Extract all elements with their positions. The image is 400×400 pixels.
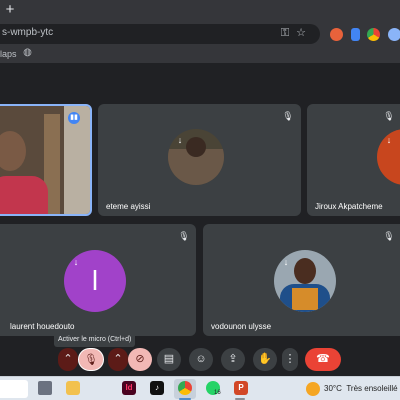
bookmarks-bar: laps ◍ bbox=[0, 46, 400, 64]
mic-toggle-button[interactable]: 🎙 bbox=[78, 348, 104, 371]
captions-button[interactable]: ▤ bbox=[157, 348, 181, 371]
indesign-icon[interactable]: Id bbox=[122, 381, 136, 395]
bookmark-item[interactable]: laps bbox=[0, 49, 17, 59]
present-button[interactable]: ⇪ bbox=[221, 348, 245, 371]
tiktok-icon[interactable]: ♪ bbox=[150, 381, 164, 395]
end-call-icon: ☎ bbox=[316, 353, 330, 365]
sun-icon[interactable] bbox=[306, 382, 320, 396]
weather-widget[interactable]: 30°C Très ensoleillé bbox=[324, 384, 398, 393]
participant-name: laurent houedouto bbox=[10, 322, 75, 331]
arrow-down-icon: ↓ bbox=[386, 135, 392, 145]
mic-off-icon: 🎙 bbox=[383, 231, 395, 241]
url-text: s-wmpb-ytc bbox=[2, 27, 54, 38]
star-icon[interactable]: ☆ bbox=[294, 26, 308, 40]
extension-icon-3[interactable] bbox=[367, 28, 380, 41]
mic-options-button[interactable]: ⌃ bbox=[58, 348, 78, 371]
arrow-down-icon: ↓ bbox=[73, 257, 79, 267]
participant-tile-jiroux[interactable]: 🎙 ↓ Jiroux Akpatcheme bbox=[307, 104, 400, 216]
speaking-indicator-icon: ▮▮ bbox=[68, 112, 80, 124]
new-tab-button[interactable]: + bbox=[2, 2, 18, 18]
weather-temp: 30°C bbox=[324, 384, 342, 393]
reactions-button[interactable]: ☺ bbox=[189, 348, 213, 371]
powerpoint-icon[interactable]: P bbox=[234, 381, 248, 395]
taskbar-search[interactable] bbox=[0, 380, 28, 398]
profile-icon[interactable] bbox=[388, 28, 400, 41]
address-bar[interactable]: s-wmpb-ytc ⚿ ☆ bbox=[0, 24, 320, 44]
globe-icon[interactable]: ◍ bbox=[22, 47, 33, 58]
person-head bbox=[0, 131, 26, 171]
captions-icon: ▤ bbox=[163, 353, 175, 365]
chrome-icon[interactable] bbox=[178, 381, 192, 395]
hand-icon: ✋ bbox=[258, 353, 272, 365]
arrow-down-icon: ↓ bbox=[177, 135, 183, 145]
person-shirt bbox=[0, 176, 48, 214]
meeting-stage: ▮▮ 🎙 ↓ eteme ayissi 🎙 ↓ Jiroux Akpatchem… bbox=[0, 64, 400, 375]
chevron-up-icon: ⌃ bbox=[113, 353, 123, 365]
mic-off-icon: 🎙 bbox=[383, 111, 395, 121]
key-icon[interactable]: ⚿ bbox=[278, 26, 292, 40]
meeting-controls: ⌃ 🎙 ⌃ ⊘ ▤ ☺ ⇪ ✋ ⋮ ☎ bbox=[0, 343, 400, 375]
weather-condition: Très ensoleillé bbox=[346, 384, 398, 393]
mic-off-icon: 🎙 bbox=[178, 231, 190, 241]
participant-tile-self[interactable]: ▮▮ bbox=[0, 104, 92, 216]
emoji-icon: ☺ bbox=[195, 353, 207, 365]
chevron-up-icon: ⌃ bbox=[63, 353, 73, 365]
more-vert-icon: ⋮ bbox=[284, 353, 296, 365]
arrow-down-icon: ↓ bbox=[283, 257, 289, 267]
download-icon[interactable] bbox=[351, 28, 360, 41]
present-screen-icon: ⇪ bbox=[228, 353, 238, 365]
mic-off-icon: 🎙 bbox=[84, 354, 98, 366]
participant-name: eteme ayissi bbox=[106, 202, 151, 211]
notification-badge: 16 bbox=[214, 390, 221, 396]
extension-icon-1[interactable] bbox=[330, 28, 343, 41]
camera-toggle-button[interactable]: ⊘ bbox=[128, 348, 152, 371]
task-view-icon[interactable] bbox=[38, 381, 52, 395]
participant-name: Jiroux Akpatcheme bbox=[315, 202, 383, 211]
raise-hand-button[interactable]: ✋ bbox=[253, 348, 277, 371]
taskbar: Id ♪ 16 P 30°C Très ensoleillé bbox=[0, 376, 400, 400]
participant-name: vodounon ulysse bbox=[211, 322, 272, 331]
tab-strip: + bbox=[0, 0, 400, 22]
leave-call-button[interactable]: ☎ bbox=[305, 348, 341, 371]
participant-tile-eteme[interactable]: 🎙 ↓ eteme ayissi bbox=[98, 104, 301, 216]
browser-toolbar: s-wmpb-ytc ⚿ ☆ bbox=[0, 22, 400, 46]
camera-off-icon: ⊘ bbox=[135, 353, 145, 365]
folder-icon[interactable] bbox=[66, 381, 80, 395]
more-options-button[interactable]: ⋮ bbox=[282, 348, 298, 371]
participant-tile-laurent[interactable]: 🎙 l ↓ laurent houedouto bbox=[0, 224, 196, 336]
mic-off-icon: 🎙 bbox=[282, 111, 294, 121]
camera-options-button[interactable]: ⌃ bbox=[108, 348, 128, 371]
door bbox=[64, 106, 90, 214]
participant-tile-vodounon[interactable]: 🎙 ↓ vodounon ulysse bbox=[203, 224, 400, 336]
